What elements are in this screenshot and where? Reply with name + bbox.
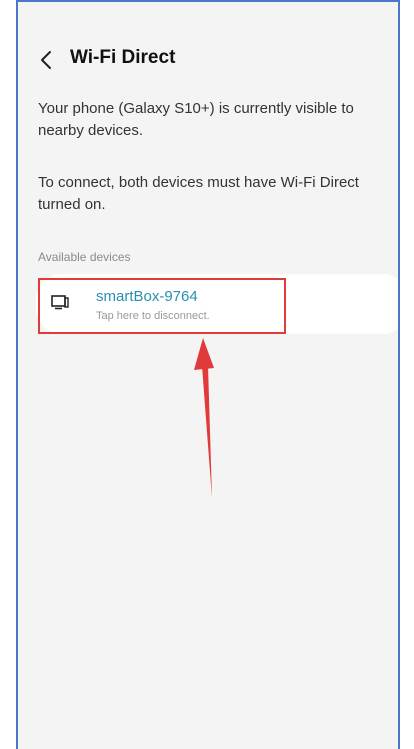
device-name: smartBox-9764	[96, 288, 198, 305]
device-status: Tap here to disconnect.	[96, 310, 210, 322]
back-chevron-icon	[41, 51, 51, 69]
device-list-item[interactable]: smartBox-9764 Tap here to disconnect.	[36, 274, 398, 334]
phone-screen: Wi-Fi Direct Your phone (Galaxy S10+) is…	[16, 0, 400, 749]
visibility-description: Your phone (Galaxy S10+) is currently vi…	[38, 100, 354, 139]
available-devices-header: Available devices	[38, 250, 131, 264]
red-arrow-icon	[194, 338, 214, 498]
back-button[interactable]	[36, 48, 58, 72]
page-title: Wi-Fi Direct	[70, 47, 176, 68]
tv-monitor-icon	[51, 295, 69, 310]
connect-description: To connect, both devices must have Wi-Fi…	[38, 174, 359, 213]
